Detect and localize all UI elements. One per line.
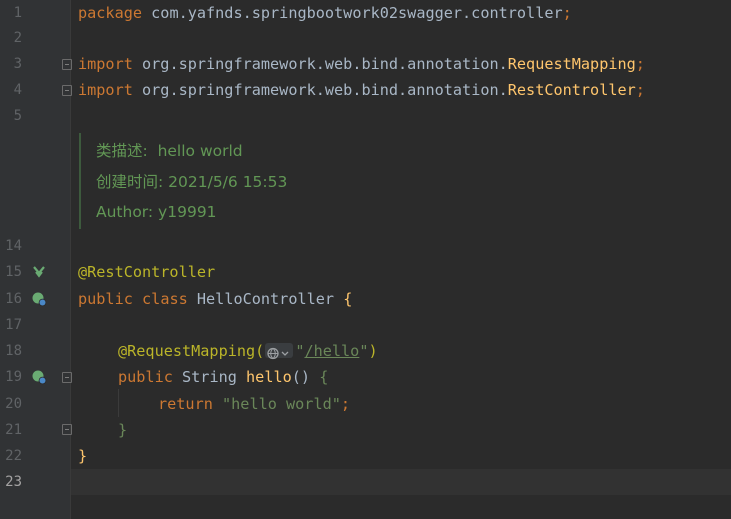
brace: { bbox=[343, 290, 353, 308]
fold-toggle-icon[interactable] bbox=[62, 372, 72, 383]
line-number: 17 bbox=[5, 317, 22, 333]
fold-toggle-icon[interactable] bbox=[62, 59, 72, 70]
code-line-1[interactable]: package com.yafnds.springbootwork02swagg… bbox=[78, 0, 572, 26]
parens: () bbox=[291, 368, 320, 386]
import-class: RestController bbox=[507, 81, 636, 99]
line-number: 5 bbox=[13, 108, 22, 124]
line-number: 20 bbox=[5, 396, 22, 412]
doc-author: Author: y19991 bbox=[96, 203, 217, 221]
semicolon: ; bbox=[340, 395, 351, 413]
line-number: 19 bbox=[5, 369, 22, 385]
keyword: public bbox=[78, 290, 133, 308]
line-number: 14 bbox=[5, 238, 22, 254]
string-literal: "hello world" bbox=[212, 395, 341, 413]
method-name: hello bbox=[246, 368, 292, 386]
keyword: class bbox=[142, 290, 188, 308]
class-name: HelloController bbox=[187, 290, 344, 308]
code-line-23[interactable] bbox=[78, 469, 718, 495]
line-number: 4 bbox=[13, 82, 22, 98]
line-number: 1 bbox=[13, 5, 22, 21]
keyword: package bbox=[78, 4, 143, 22]
fold-toggle-icon[interactable] bbox=[62, 85, 72, 96]
line-number: 18 bbox=[5, 343, 22, 359]
string-quote: " bbox=[359, 342, 369, 360]
line-number: 23 bbox=[5, 474, 22, 490]
paren: ) bbox=[368, 342, 378, 360]
import-class: RequestMapping bbox=[507, 55, 636, 73]
code-line-19[interactable]: public String hello() { bbox=[118, 364, 328, 390]
keyword: import bbox=[78, 55, 133, 73]
doc-description: 类描述: hello world bbox=[96, 142, 243, 160]
brace: } bbox=[118, 421, 128, 439]
annotation: @RequestMapping( bbox=[118, 342, 265, 360]
line-number: 16 bbox=[5, 291, 22, 307]
code-line-20[interactable]: return "hello world"; bbox=[158, 391, 350, 417]
import-path: org.springframework.web.bind.annotation. bbox=[132, 81, 508, 99]
keyword: return bbox=[158, 395, 213, 413]
spring-bean-icon[interactable] bbox=[31, 264, 47, 280]
package-name: com.yafnds.springbootwork02swagger.contr… bbox=[142, 4, 563, 22]
code-line-18[interactable]: @RequestMapping("/hello") bbox=[118, 338, 378, 364]
line-number: 21 bbox=[5, 422, 22, 438]
annotation: @RestController bbox=[78, 263, 216, 281]
return-type: String bbox=[172, 368, 247, 386]
code-line-22[interactable]: } bbox=[78, 443, 87, 469]
code-line-16[interactable]: public class HelloController { bbox=[78, 286, 352, 312]
line-number: 3 bbox=[13, 56, 22, 72]
spring-bean-navigate-icon[interactable] bbox=[31, 291, 47, 307]
request-mapping-navigate-icon[interactable] bbox=[31, 369, 47, 385]
semicolon: ; bbox=[635, 81, 645, 99]
doc-comment-bar bbox=[79, 133, 81, 229]
indent-guide bbox=[118, 389, 119, 417]
code-line-4[interactable]: import org.springframework.web.bind.anno… bbox=[78, 77, 645, 103]
semicolon: ; bbox=[635, 55, 645, 73]
line-number: 15 bbox=[5, 264, 22, 280]
line-number: 22 bbox=[5, 448, 22, 464]
keyword: public bbox=[118, 368, 173, 386]
url-path-link[interactable]: /hello bbox=[304, 342, 359, 360]
brace: } bbox=[78, 447, 88, 465]
code-line-15[interactable]: @RestController bbox=[78, 259, 215, 285]
keyword: import bbox=[78, 81, 133, 99]
line-number: 2 bbox=[13, 30, 22, 46]
semicolon: ; bbox=[562, 4, 572, 22]
import-path: org.springframework.web.bind.annotation. bbox=[132, 55, 508, 73]
web-url-inlay-icon[interactable] bbox=[265, 343, 294, 360]
code-line-3[interactable]: import org.springframework.web.bind.anno… bbox=[78, 51, 645, 77]
doc-created: 创建时间: 2021/5/6 15:53 bbox=[96, 173, 288, 191]
fold-toggle-icon[interactable] bbox=[62, 424, 72, 435]
brace: { bbox=[319, 368, 329, 386]
code-line-21[interactable]: } bbox=[118, 417, 127, 443]
